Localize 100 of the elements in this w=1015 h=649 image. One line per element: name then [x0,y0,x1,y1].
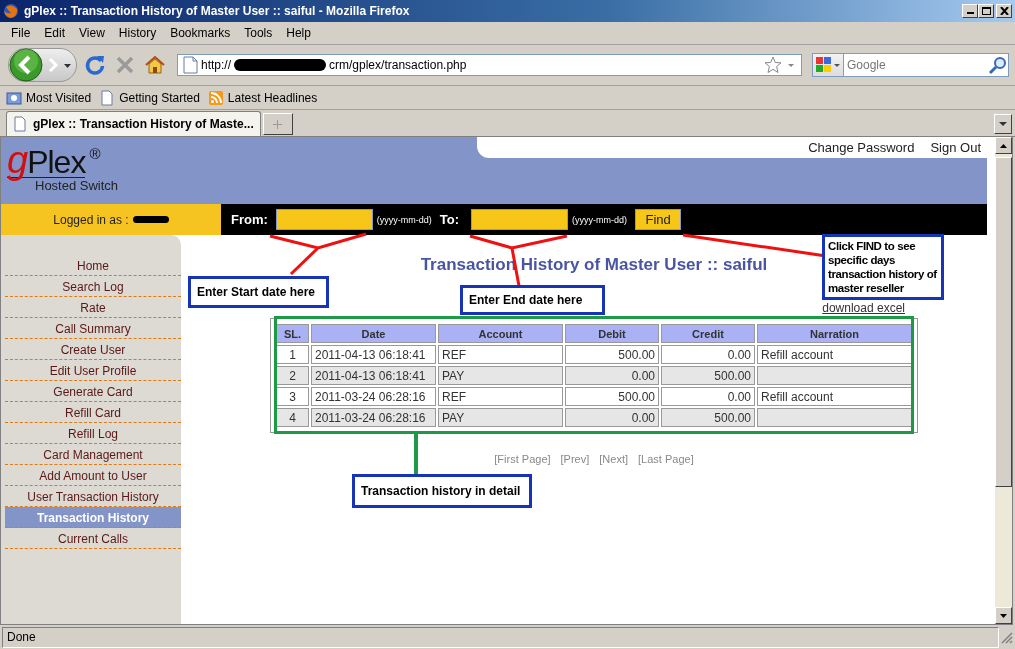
caret-icon [999,121,1007,127]
search-placeholder: Google [847,58,887,72]
table-cell: REF [438,345,563,364]
scrollbar[interactable] [995,137,1012,624]
sidebar-item[interactable]: Refill Card [5,402,181,423]
menu-item[interactable]: Help [279,26,318,40]
plus-icon [273,119,283,129]
menu-item[interactable]: View [72,26,112,40]
menu-item[interactable]: File [4,26,38,40]
feed-icon [207,89,224,106]
up-arrow-icon [1000,143,1007,148]
status-text: Done [2,626,999,648]
table-cell: 0.00 [661,345,755,364]
header-link[interactable]: Sign Out [930,140,981,155]
pagination-link[interactable]: [First Page] [494,453,551,465]
close-button[interactable] [996,4,1012,18]
scroll-down-button[interactable] [995,607,1012,624]
minimize-icon [966,12,974,14]
table-cell: 500.00 [565,387,659,406]
app-logo-icon [3,3,19,19]
table-cell: 500.00 [661,408,755,427]
browser-tab[interactable]: gPlex :: Transaction History of Maste... [6,111,261,136]
date-format-hint: (yyyy-mm-dd) [572,214,628,225]
to-label: To: [439,212,460,227]
find-button[interactable]: Find [635,209,682,230]
column-header: SL. [276,324,309,343]
bookmark-link[interactable]: Latest Headlines [207,89,318,106]
pagination-link[interactable]: [Next] [599,453,629,465]
sidebar-item[interactable]: Rate [5,297,181,318]
sidebar-item[interactable]: Add Amount to User [5,465,181,486]
date-format-hint: (yyyy-mm-dd) [376,214,432,225]
folder-icon [6,89,22,106]
sidebar-item[interactable]: Current Calls [5,528,181,549]
back-icon[interactable] [9,48,43,82]
maximize-icon [981,7,991,15]
from-label: From: [231,212,268,227]
pagination-link[interactable]: [Prev] [560,453,590,465]
table-cell: 2011-04-13 06:18:41 [311,366,436,385]
sidebar-item[interactable]: Create User [5,339,181,360]
table-cell: 0.00 [565,366,659,385]
column-header: Debit [565,324,659,343]
table-cell: 2011-03-24 06:28:16 [311,408,436,427]
sidebar-item[interactable]: Call Summary [5,318,181,339]
search-icon[interactable] [988,55,1008,75]
table-cell: Refill account [757,345,912,364]
header-link[interactable]: Change Password [808,140,915,155]
menu-item[interactable]: Bookmarks [163,26,238,40]
sidebar-item[interactable]: Generate Card [5,381,181,402]
menu-item[interactable]: History [111,26,164,40]
minimize-button[interactable] [962,4,978,18]
page-icon [182,56,198,74]
reload-icon[interactable] [83,53,107,77]
table-cell: REF [438,387,563,406]
url-text: crm/gplex/transaction.php [329,58,467,72]
resize-grip-icon [999,630,1013,644]
search-engine-icon[interactable] [815,56,841,74]
new-tab-button[interactable] [262,113,293,135]
login-label: Logged in as : [53,212,129,227]
table-cell: 0.00 [661,387,755,406]
registered-mark: ® [89,145,101,162]
column-header: Narration [757,324,912,343]
sidebar-item[interactable]: Card Management [5,444,181,465]
sidebar-item[interactable]: Home [5,255,181,276]
bookmark-star-icon[interactable] [764,56,782,74]
home-icon[interactable] [143,53,167,77]
redaction-bar [132,216,169,223]
table-cell: 4 [276,408,309,427]
logo-tagline: Hosted Switch [35,178,120,193]
pagination-link[interactable]: [Last Page] [638,453,694,465]
end-date-field[interactable] [471,209,569,230]
scroll-thumb[interactable] [995,157,1012,487]
close-icon [999,7,1009,15]
menu-item[interactable]: Edit [37,26,73,40]
table-cell: 2 [276,366,309,385]
callout-box: Enter End date here [460,285,605,315]
table-cell: 2011-03-24 06:28:16 [311,387,436,406]
column-header: Date [311,324,436,343]
column-header: Credit [661,324,755,343]
bookmark-link[interactable]: Most Visited [6,89,92,106]
table-cell: Refill account [757,387,912,406]
download-link[interactable]: download excel [822,302,905,314]
callout-box: Enter Start date here [188,276,329,308]
window-title: gPlex :: Transaction History of Master User :: saiful - Mozilla Firefox [24,4,411,18]
address-bar[interactable]: http:// crm/gplex/transaction.php [177,54,802,76]
maximize-button[interactable] [978,4,994,18]
sidebar-item[interactable]: Refill Log [5,423,181,444]
table-cell: PAY [438,366,563,385]
menu-item[interactable]: Tools [237,26,280,40]
tab-list-button[interactable] [994,114,1012,134]
bookmark-link[interactable]: Getting Started [99,89,200,106]
table-cell: 1 [276,345,309,364]
callout-box: Click FIND to see specific days transaction history of master reseller [822,234,944,300]
sidebar-item[interactable]: Search Log [5,276,181,297]
search-field[interactable]: Google [812,53,1009,77]
table-cell: 500.00 [661,366,755,385]
table-cell: PAY [438,408,563,427]
url-text: http:// [201,58,232,72]
start-date-field[interactable] [275,209,373,230]
sidebar-item[interactable]: Edit User Profile [5,360,181,381]
scroll-up-button[interactable] [995,137,1012,154]
